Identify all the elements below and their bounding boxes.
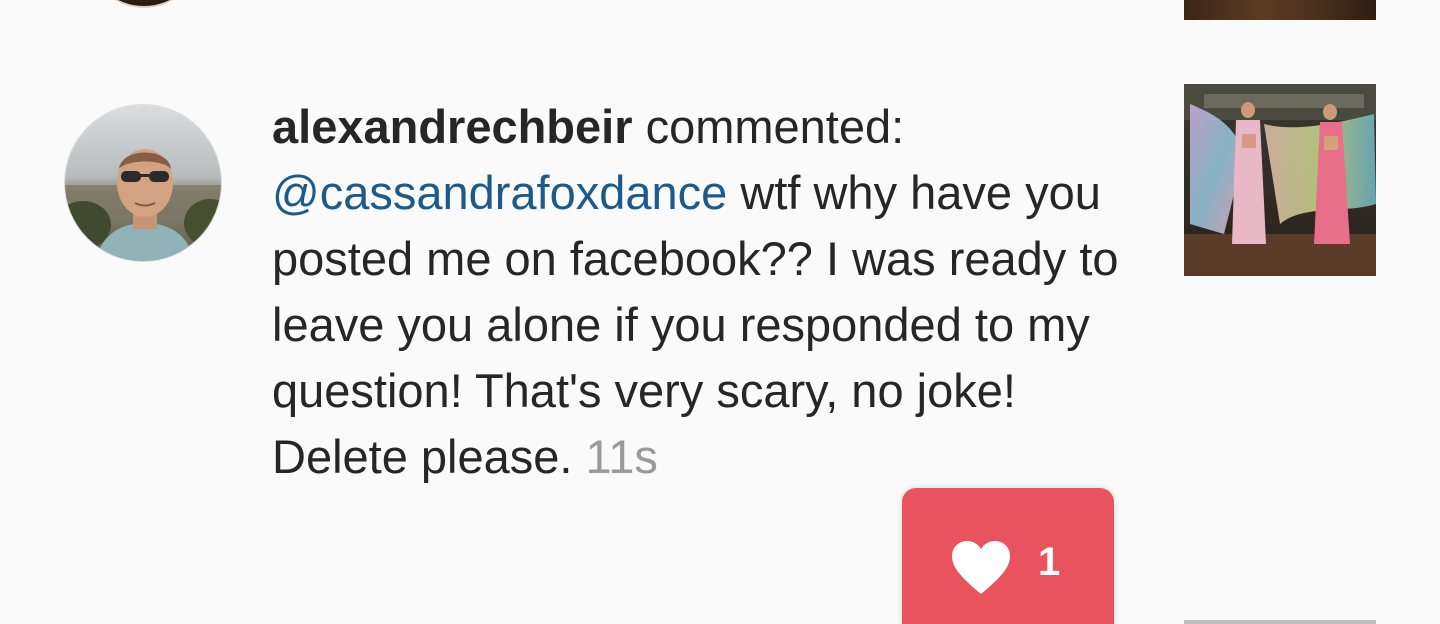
post-thumbnail[interactable] <box>1184 84 1376 276</box>
action-text: commented: <box>632 100 905 153</box>
previous-avatar[interactable] <box>88 0 200 8</box>
heart-icon <box>952 541 1010 594</box>
avatar[interactable] <box>64 104 222 262</box>
like-count: 1 <box>1038 540 1061 584</box>
activity-feed: alexandrechbeir commented: @cassandrafoxd… <box>0 0 1440 624</box>
previous-post-thumbnail[interactable] <box>1184 0 1376 20</box>
mention-link[interactable]: @cassandrafoxdance <box>272 166 727 219</box>
next-post-thumbnail[interactable] <box>1184 620 1376 624</box>
notification-row[interactable]: alexandrechbeir commented: @cassandrafoxd… <box>0 84 1440 624</box>
likes-toast[interactable]: 1 <box>902 488 1114 624</box>
username-link[interactable]: alexandrechbeir <box>272 100 633 153</box>
comment-text: alexandrechbeir commented: @cassandrafoxd… <box>272 94 1132 490</box>
timestamp: 11s <box>585 430 658 483</box>
